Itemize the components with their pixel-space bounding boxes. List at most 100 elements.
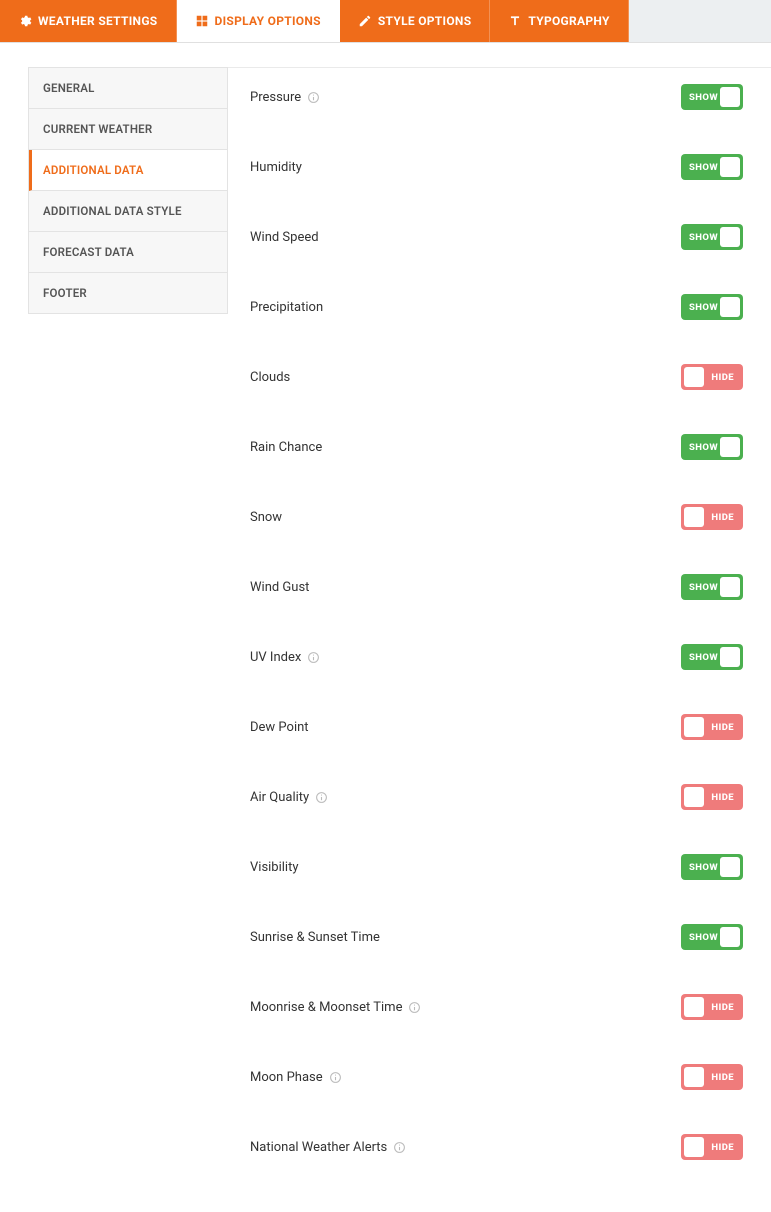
toggle-show[interactable]: SHOW [681, 84, 743, 110]
toggle-knob [720, 87, 740, 107]
tab-label: DISPLAY OPTIONS [215, 14, 321, 28]
tab-weather-settings[interactable]: WEATHER SETTINGS [0, 0, 177, 42]
toggle-show[interactable]: SHOW [681, 224, 743, 250]
toggle-text: SHOW [689, 932, 718, 943]
option-label-text: Clouds [250, 370, 290, 385]
option-row: Dew Point HIDE [250, 692, 743, 762]
option-label: Moon Phase [250, 1070, 342, 1085]
option-label: UV Index [250, 650, 320, 665]
toggle-text: SHOW [689, 582, 718, 593]
option-row: Sunrise & Sunset Time SHOW [250, 902, 743, 972]
content: GENERALCURRENT WEATHERADDITIONAL DATAADD… [0, 43, 771, 1212]
toggle-hide[interactable]: HIDE [681, 1064, 743, 1090]
option-row: PressureSHOW [250, 68, 743, 132]
toggle-text: HIDE [711, 792, 734, 803]
tab-label: TYPOGRAPHY [528, 14, 609, 28]
toggle-show[interactable]: SHOW [681, 854, 743, 880]
info-icon[interactable] [307, 91, 320, 104]
tab-display-options[interactable]: DISPLAY OPTIONS [177, 0, 340, 42]
pencil-icon [358, 14, 372, 28]
toggle-text: HIDE [711, 512, 734, 523]
toggle-knob [684, 997, 704, 1017]
toggle-text: SHOW [689, 442, 718, 453]
toggle-show[interactable]: SHOW [681, 644, 743, 670]
toggle-knob [684, 717, 704, 737]
grid-icon [195, 14, 209, 28]
toggle-text: SHOW [689, 862, 718, 873]
info-icon[interactable] [393, 1141, 406, 1154]
option-row: Snow HIDE [250, 482, 743, 552]
option-label: Precipitation [250, 300, 323, 315]
option-row: Clouds HIDE [250, 342, 743, 412]
sidebar-item-forecast-data[interactable]: FORECAST DATA [29, 232, 227, 273]
option-label-text: UV Index [250, 650, 301, 665]
settings-panel: PressureSHOW Humidity SHOW Wind Speed SHOW Pr… [228, 67, 771, 1212]
toggle-knob [684, 507, 704, 527]
tab-typography[interactable]: TYPOGRAPHY [490, 0, 628, 42]
sidebar-item-general[interactable]: GENERAL [29, 68, 227, 109]
toggle-show[interactable]: SHOW [681, 924, 743, 950]
info-icon[interactable] [315, 791, 328, 804]
toggle-show[interactable]: SHOW [681, 574, 743, 600]
tab-label: STYLE OPTIONS [378, 14, 472, 28]
toggle-text: SHOW [689, 232, 718, 243]
toggle-hide[interactable]: HIDE [681, 784, 743, 810]
option-label: National Weather Alerts [250, 1140, 406, 1155]
toggle-hide[interactable]: HIDE [681, 1134, 743, 1160]
option-label-text: Sunrise & Sunset Time [250, 930, 380, 945]
option-label: Wind Gust [250, 580, 309, 595]
toggle-knob [720, 297, 740, 317]
toggle-show[interactable]: SHOW [681, 294, 743, 320]
sidebar-item-current-weather[interactable]: CURRENT WEATHER [29, 109, 227, 150]
option-label: Moonrise & Moonset Time [250, 1000, 421, 1015]
toggle-hide[interactable]: HIDE [681, 504, 743, 530]
toggle-knob [720, 647, 740, 667]
option-row: Wind Speed SHOW [250, 202, 743, 272]
sidebar-item-additional-data[interactable]: ADDITIONAL DATA [29, 150, 227, 191]
toggle-text: SHOW [689, 92, 718, 103]
option-row: Air Quality HIDE [250, 762, 743, 832]
option-label: Rain Chance [250, 440, 322, 455]
option-label-text: Dew Point [250, 720, 309, 735]
toggle-text: HIDE [711, 1002, 734, 1013]
info-icon[interactable] [408, 1001, 421, 1014]
toggle-knob [684, 1067, 704, 1087]
toggle-text: SHOW [689, 652, 718, 663]
toggle-knob [720, 857, 740, 877]
info-icon[interactable] [329, 1071, 342, 1084]
toggle-hide[interactable]: HIDE [681, 714, 743, 740]
option-label: Air Quality [250, 790, 328, 805]
type-icon [508, 14, 522, 28]
option-label-text: Moon Phase [250, 1070, 323, 1085]
toggle-show[interactable]: SHOW [681, 434, 743, 460]
toggle-text: SHOW [689, 302, 718, 313]
sidebar-item-footer[interactable]: FOOTER [29, 273, 227, 314]
option-row: Moonrise & Moonset Time HIDE [250, 972, 743, 1042]
toggle-knob [720, 157, 740, 177]
toggle-knob [720, 437, 740, 457]
option-label: Dew Point [250, 720, 309, 735]
toggle-knob [684, 787, 704, 807]
option-row: Wind Gust SHOW [250, 552, 743, 622]
sidebar-item-additional-data-style[interactable]: ADDITIONAL DATA STYLE [29, 191, 227, 232]
option-label-text: Wind Speed [250, 230, 319, 245]
option-label-text: Rain Chance [250, 440, 322, 455]
option-row: UV Index SHOW [250, 622, 743, 692]
tab-label: WEATHER SETTINGS [38, 14, 158, 28]
tab-style-options[interactable]: STYLE OPTIONS [340, 0, 491, 42]
option-label: Snow [250, 510, 282, 525]
option-label-text: Wind Gust [250, 580, 309, 595]
option-label: Sunrise & Sunset Time [250, 930, 380, 945]
option-label-text: Air Quality [250, 790, 309, 805]
option-row: Moon Phase HIDE [250, 1042, 743, 1112]
option-label: Wind Speed [250, 230, 319, 245]
option-row: Rain Chance SHOW [250, 412, 743, 482]
info-icon[interactable] [307, 651, 320, 664]
toggle-hide[interactable]: HIDE [681, 994, 743, 1020]
toggle-hide[interactable]: HIDE [681, 364, 743, 390]
option-label: Visibility [250, 860, 299, 875]
toggle-show[interactable]: SHOW [681, 154, 743, 180]
option-label: Humidity [250, 160, 302, 175]
toggle-knob [684, 367, 704, 387]
option-label-text: Visibility [250, 860, 299, 875]
